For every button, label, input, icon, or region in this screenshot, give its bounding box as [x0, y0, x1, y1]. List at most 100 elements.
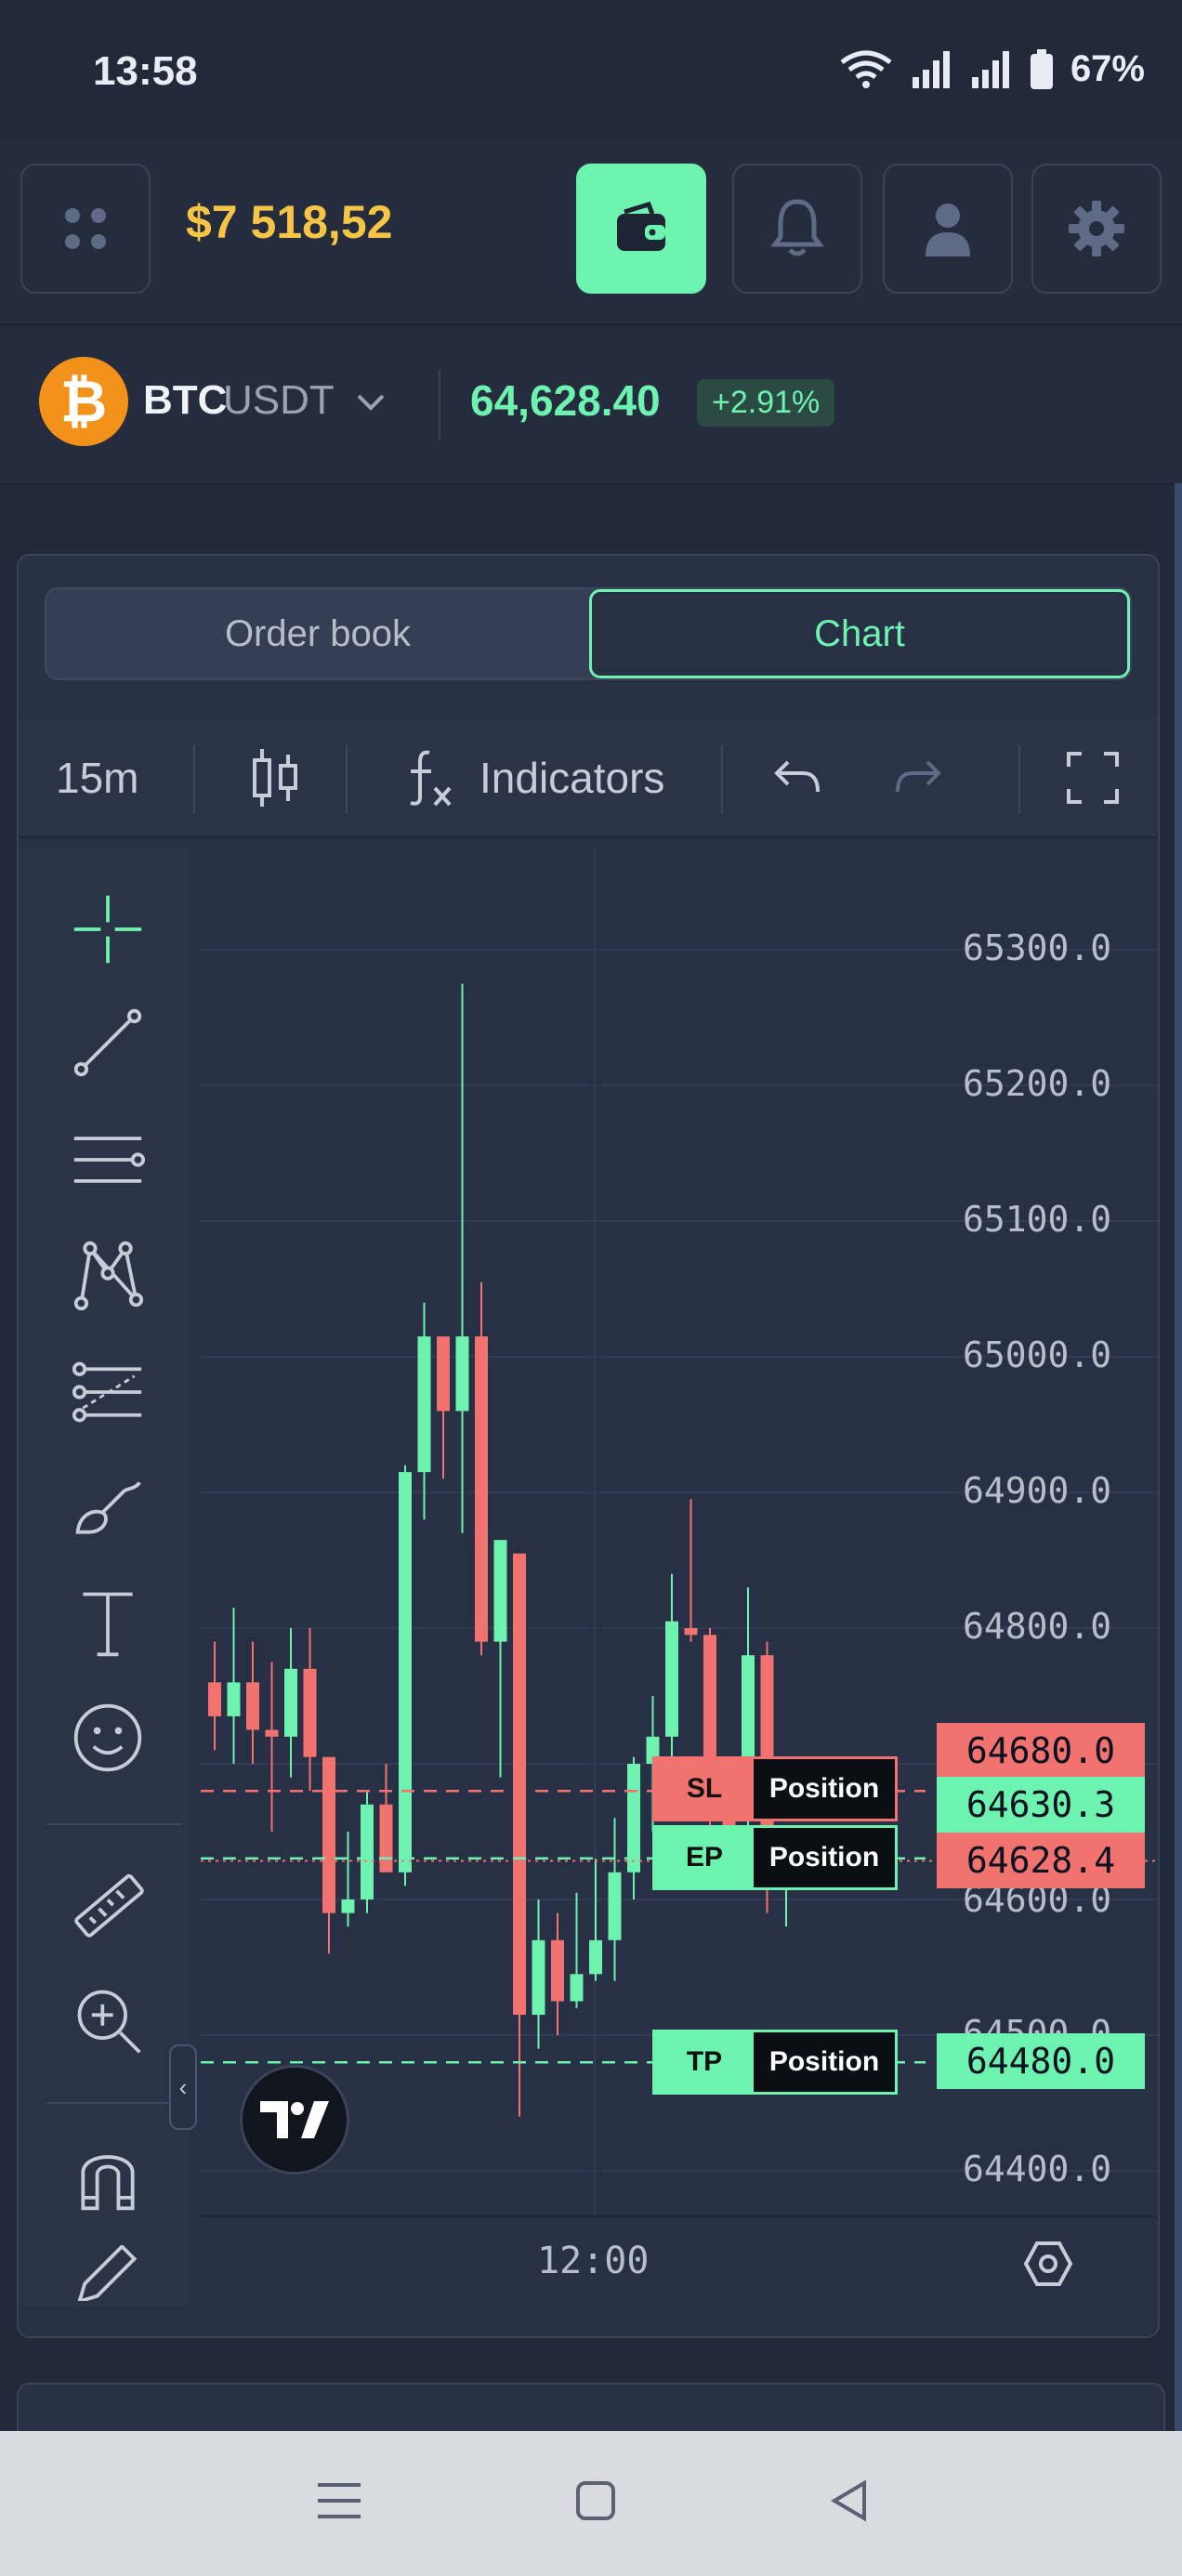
candle-body — [227, 1682, 241, 1716]
sidebar-divider — [46, 2102, 182, 2104]
crosshair-tool[interactable] — [71, 892, 145, 966]
tradingview-logo[interactable] — [240, 2065, 349, 2175]
candle-body — [532, 1939, 545, 2016]
interval-selector[interactable]: 15m — [56, 717, 138, 838]
brush-icon — [75, 1481, 141, 1534]
menu-button[interactable] — [20, 164, 151, 294]
take-profit-tag[interactable]: TP Position — [652, 2030, 898, 2095]
toolbar-divider — [1018, 745, 1020, 814]
candle-body — [475, 1336, 488, 1642]
candle-body — [589, 1939, 602, 1975]
candle-body — [399, 1472, 412, 1873]
edit-tool[interactable] — [71, 2245, 145, 2301]
fib-tool[interactable] — [71, 1355, 145, 1429]
chart-canvas[interactable] — [201, 848, 1158, 2214]
redo-button[interactable] — [892, 717, 944, 838]
horizontal-lines-tool[interactable] — [71, 1123, 145, 1197]
candle-body — [417, 1336, 431, 1473]
toolbar-divider — [193, 745, 195, 814]
signal-icon-2 — [971, 50, 1009, 88]
battery-icon — [1030, 48, 1053, 89]
candle-body — [627, 1764, 640, 1873]
candle-body — [493, 1540, 507, 1642]
notifications-button[interactable] — [732, 164, 862, 294]
candle-body — [684, 1628, 698, 1636]
last-price: 64,628.40 — [470, 376, 661, 425]
pattern-tool[interactable] — [71, 1238, 145, 1312]
candle-body — [570, 1974, 584, 2002]
menu-lines-icon — [318, 2483, 361, 2518]
stop-loss-tag[interactable]: SL Position — [652, 1756, 898, 1821]
trend-line-icon — [73, 1008, 142, 1077]
chevron-down-icon[interactable] — [355, 390, 387, 413]
magnet-tool[interactable] — [71, 2139, 145, 2214]
pencil-icon — [77, 2245, 138, 2301]
candle-body — [551, 1939, 564, 2002]
text-tool[interactable] — [71, 1585, 145, 1660]
emoji-tool[interactable] — [71, 1701, 145, 1775]
horizontal-lines-icon — [73, 1137, 145, 1183]
profile-button[interactable] — [883, 164, 1013, 294]
tab-chart[interactable]: Chart — [589, 589, 1130, 678]
status-time: 13:58 — [93, 48, 198, 94]
wallet-icon — [617, 201, 665, 251]
sl-position-label: Position — [754, 1759, 895, 1819]
ruler-tool[interactable] — [71, 1870, 145, 1944]
ep-position-label: Position — [754, 1828, 895, 1887]
settings-button[interactable] — [1031, 164, 1162, 294]
balance: $7 518,52 — [186, 196, 393, 248]
text-icon — [83, 1592, 133, 1657]
redo-icon — [896, 760, 941, 793]
tp-key: TP — [686, 2046, 723, 2077]
chart-toolbar: 15m Indicators — [19, 717, 1158, 838]
back-button[interactable] — [818, 2468, 883, 2533]
trend-line-tool[interactable] — [71, 1005, 145, 1080]
candle-body — [265, 1729, 279, 1737]
bitcoin-logo-icon: ₿ — [39, 357, 128, 446]
chart-settings-icon[interactable] — [1022, 2238, 1074, 2290]
drawing-toolbar — [19, 848, 190, 2307]
fullscreen-button[interactable] — [1065, 717, 1121, 838]
tab-order-book[interactable]: Order book — [46, 589, 589, 678]
crosshair-icon — [73, 895, 142, 964]
entry-price-tag[interactable]: EP Position — [652, 1825, 898, 1890]
zoom-tool[interactable] — [71, 1983, 145, 2057]
pair-base[interactable]: BTC — [143, 377, 227, 424]
sidebar-collapse-button[interactable]: ‹ — [169, 2044, 197, 2130]
sl-price-label: 64680.0 — [937, 1723, 1145, 1779]
candle-body — [341, 1899, 355, 1913]
price-chart[interactable] — [201, 848, 1158, 2214]
positions-tabs-peek — [17, 2383, 1165, 2438]
top-bar: $7 518,52 — [0, 139, 1182, 325]
bell-icon — [770, 199, 824, 256]
ep-key: EP — [685, 1842, 724, 1873]
pair-quote[interactable]: USDT — [223, 377, 335, 424]
y-tick-label: 64500.0 — [963, 2013, 1112, 2033]
fullscreen-icon — [1067, 752, 1119, 804]
undo-icon — [774, 760, 820, 793]
candle-body — [455, 1336, 469, 1412]
square-icon — [576, 2481, 615, 2520]
candle-body — [322, 1756, 335, 1913]
change-badge: +2.91% — [697, 379, 835, 427]
candle-body — [437, 1336, 450, 1412]
candle-body — [379, 1804, 393, 1873]
back-triangle-icon — [831, 2479, 866, 2522]
grid-dots-icon — [65, 208, 106, 249]
chart-type-button[interactable] — [249, 717, 301, 838]
indicators-button[interactable]: Indicators — [400, 717, 664, 838]
candle-body — [246, 1682, 259, 1730]
candle-body — [303, 1668, 317, 1757]
brush-tool[interactable] — [71, 1470, 145, 1544]
wallet-button[interactable] — [576, 164, 706, 294]
recent-apps-button[interactable] — [307, 2468, 372, 2533]
page-scrollbar[interactable] — [1175, 483, 1182, 2435]
magnet-icon — [81, 2155, 135, 2211]
toolbar-divider — [346, 745, 348, 814]
y-tick-label: 64800.0 — [963, 1606, 1112, 1647]
candle-body — [208, 1682, 221, 1716]
home-button[interactable] — [563, 2468, 628, 2533]
ruler-icon — [74, 1873, 144, 1938]
toolbar-divider — [721, 745, 723, 814]
undo-button[interactable] — [771, 717, 823, 838]
